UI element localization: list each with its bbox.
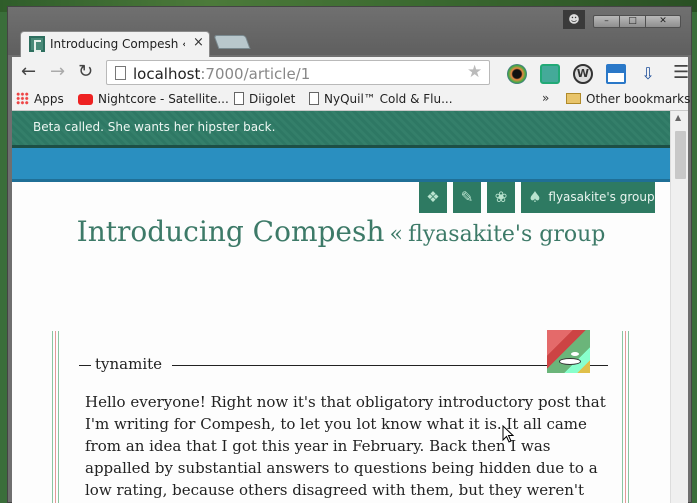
- browser-toolbar: ← → ↻ localhost:7000/article/1 ★ W ⇩ ☰: [12, 57, 689, 89]
- bookmark-diigolet[interactable]: Diigolet: [234, 92, 295, 106]
- mouse-cursor-icon: [502, 425, 514, 443]
- left-border-line: [58, 331, 59, 503]
- map-icon[interactable]: ❖: [419, 182, 447, 213]
- download-sort-extension-icon[interactable]: ⇩: [638, 64, 658, 84]
- avatar[interactable]: [547, 330, 590, 373]
- pencil-icon[interactable]: ✎: [453, 182, 481, 213]
- back-arrow-icon[interactable]: ←: [21, 62, 36, 82]
- bookmarks-overflow-button[interactable]: »: [542, 91, 549, 105]
- page-icon: [234, 92, 244, 105]
- bookmark-apps[interactable]: Apps: [16, 92, 64, 106]
- menu-icon[interactable]: ☰: [673, 63, 689, 83]
- article-body: Hello everyone! Right now it's that obli…: [85, 393, 606, 499]
- window-extension-icon[interactable]: [606, 64, 626, 84]
- bookmark-nyquil[interactable]: NyQuil™ Cold & Flu...: [309, 92, 453, 106]
- compesh-favicon-icon: [29, 36, 45, 52]
- reload-icon[interactable]: ↻: [78, 62, 93, 82]
- left-border-line: [52, 331, 53, 503]
- bird-icon[interactable]: ❀: [487, 182, 515, 213]
- avatar-eye: [571, 352, 579, 356]
- page-title: Introducing Compesh « flyasakite's group: [12, 215, 670, 248]
- vertical-scrollbar[interactable]: ▲: [670, 111, 688, 503]
- browser-window: ☻ – □ ✕ Introducing Compesh « fly × ← → …: [7, 6, 692, 503]
- title-separator: «: [389, 222, 403, 247]
- right-border-line: [625, 331, 626, 503]
- bookmark-label: Nightcore - Satellite...: [98, 92, 229, 106]
- bookmark-label: NyQuil™ Cold & Flu...: [324, 92, 453, 106]
- color-picker-extension-icon[interactable]: [507, 64, 527, 84]
- bookmarks-bar: Apps Nightcore - Satellite... Diigolet N…: [12, 89, 690, 111]
- youtube-icon: [78, 94, 93, 105]
- other-bookmarks-label: Other bookmarks: [586, 92, 691, 106]
- new-tab-button[interactable]: [213, 35, 251, 49]
- url-path: :7000/article/1: [200, 65, 311, 83]
- bookmark-label: Diigolet: [249, 92, 296, 106]
- page-icon: [115, 66, 126, 80]
- title-group-name[interactable]: flyasakite's group: [408, 222, 605, 247]
- bookmark-star-icon[interactable]: ★: [467, 62, 482, 82]
- forward-arrow-icon[interactable]: →: [50, 62, 65, 82]
- page-viewport: Beta called. She wants her hipster back.…: [12, 111, 670, 503]
- avatar-mouth: [559, 358, 581, 365]
- author-divider-left: [79, 365, 91, 366]
- group-nav-button[interactable]: flyasakite's group: [548, 182, 655, 213]
- beta-banner: Beta called. She wants her hipster back.: [12, 111, 670, 145]
- bookmark-label: Apps: [34, 92, 64, 106]
- page-icon: [309, 92, 319, 105]
- article-title: Introducing Compesh: [76, 215, 385, 248]
- left-border-line: [55, 331, 56, 503]
- maximize-button[interactable]: □: [619, 15, 646, 28]
- close-window-button[interactable]: ✕: [645, 15, 681, 28]
- scroll-up-arrow-icon[interactable]: ▲: [675, 113, 681, 122]
- profile-icon[interactable]: ☻: [563, 10, 585, 29]
- right-border-line: [622, 331, 623, 503]
- url-host: localhost: [133, 65, 201, 83]
- person-icon[interactable]: ♠: [521, 182, 549, 213]
- tab-title: Introducing Compesh « fly: [50, 37, 185, 51]
- apps-grid-icon: [16, 92, 29, 105]
- banner-text: Beta called. She wants her hipster back.: [33, 120, 276, 134]
- tab-active[interactable]: Introducing Compesh « fly ×: [20, 31, 210, 57]
- scrollbar-thumb[interactable]: [675, 131, 686, 179]
- url-text: localhost:7000/article/1: [133, 65, 310, 83]
- author-name[interactable]: tynamite: [95, 355, 162, 373]
- author-divider-right: [172, 365, 608, 366]
- header-bar: [12, 148, 670, 179]
- bookmark-nightcore[interactable]: Nightcore - Satellite...: [78, 92, 229, 106]
- w-extension-icon[interactable]: W: [573, 64, 593, 84]
- refresh-extension-icon[interactable]: [540, 64, 560, 84]
- address-bar[interactable]: localhost:7000/article/1 ★: [106, 60, 490, 85]
- title-bar: ☻ – □ ✕ Introducing Compesh « fly ×: [8, 7, 691, 57]
- tab-close-icon[interactable]: ×: [193, 35, 204, 50]
- folder-icon: [566, 93, 581, 104]
- minimize-button[interactable]: –: [593, 15, 620, 28]
- right-border-line: [628, 331, 629, 503]
- other-bookmarks-folder[interactable]: Other bookmarks: [566, 92, 690, 106]
